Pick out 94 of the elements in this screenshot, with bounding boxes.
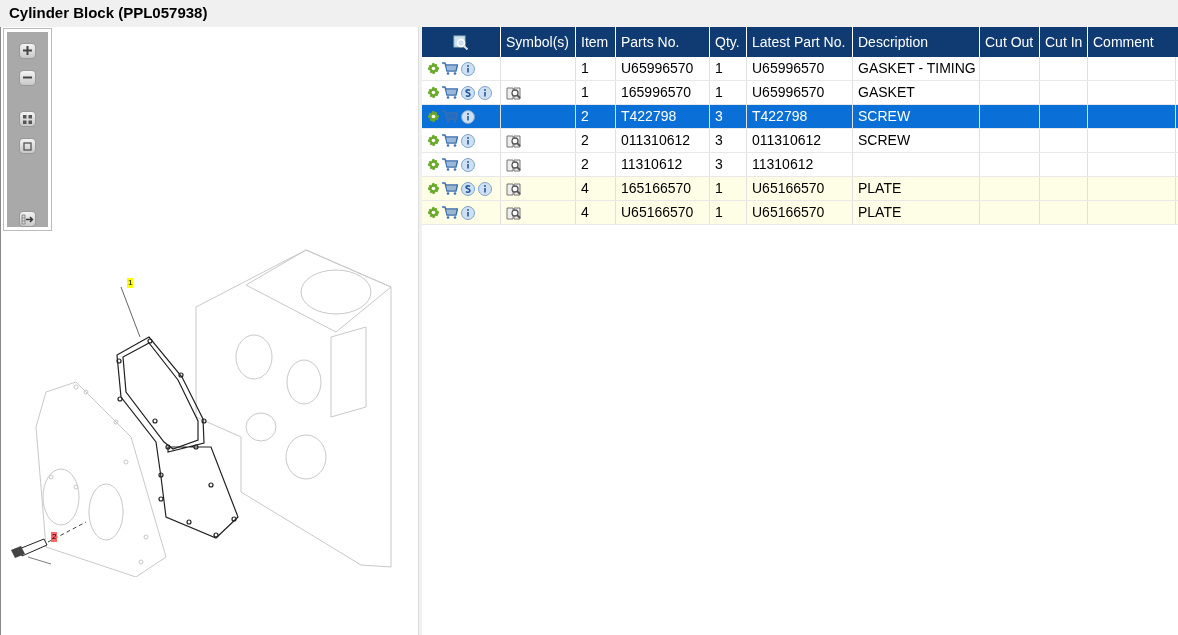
cart-icon[interactable] — [442, 86, 458, 99]
table-cell-text: SCREW — [858, 131, 911, 150]
book-search-icon[interactable] — [506, 205, 522, 220]
table-cell-text: 165166570 — [621, 179, 692, 198]
center-line — [47, 521, 87, 543]
column-header[interactable]: Latest Part No. — [752, 31, 846, 53]
table-cell-text: U65166570 — [621, 203, 694, 222]
table-cell-text: 2 — [581, 155, 589, 174]
table-cell-text: 2 — [581, 131, 589, 150]
table-cell-text: U65166570 — [752, 179, 825, 198]
plus-icon — [22, 45, 33, 57]
book-search-icon[interactable] — [506, 181, 522, 196]
table-cell-text: SCREW — [858, 107, 911, 126]
book-search-icon[interactable] — [506, 85, 522, 100]
info-icon[interactable] — [478, 85, 492, 100]
table-row[interactable]: 4 U65166570 1 U65166570 PLATE — [422, 201, 1178, 225]
zoom-in-button[interactable] — [19, 43, 36, 59]
column-header[interactable]: Comment — [1093, 31, 1154, 53]
cart-icon[interactable] — [442, 182, 458, 195]
gear-icon[interactable] — [428, 135, 439, 146]
column-header[interactable]: Description — [858, 31, 929, 53]
table-row[interactable]: 2 11310612 3 11310612 — [422, 153, 1178, 177]
cart-icon[interactable] — [442, 134, 458, 147]
column-header[interactable]: Cut Out — [985, 31, 1034, 53]
leader-line — [120, 286, 141, 338]
gear-icon[interactable] — [428, 87, 439, 98]
s-badge-icon[interactable] — [461, 181, 475, 196]
table-cell-text: 1 — [715, 179, 723, 198]
table-cell-text: 2 — [581, 107, 589, 126]
table-row[interactable]: 1 165996570 1 U65996570 GASKET — [422, 81, 1178, 105]
table-cell-text: 1 — [715, 203, 723, 222]
actual-size-button[interactable] — [19, 138, 36, 155]
cart-icon[interactable] — [442, 158, 458, 171]
table-cell-text: PLATE — [858, 203, 902, 222]
table-cell-text: PLATE — [858, 179, 902, 198]
square-icon — [22, 140, 33, 152]
column-header[interactable]: Parts No. — [621, 31, 680, 53]
table-cell-text: 4 — [581, 179, 589, 198]
table-cell-text: U65996570 — [621, 59, 694, 78]
book-search-icon[interactable] — [506, 157, 522, 172]
column-header[interactable]: Qty. — [715, 31, 740, 53]
gear-icon[interactable] — [428, 63, 439, 74]
grid-icon — [22, 113, 33, 125]
table-row[interactable]: 2 T422798 3 T422798 SCREW — [422, 105, 1178, 129]
gear-icon[interactable] — [428, 159, 439, 170]
table-cell-text: GASKET — [858, 83, 915, 102]
table-row[interactable]: 2 011310612 3 011310612 SCREW — [422, 129, 1178, 153]
table-cell-text: 3 — [715, 107, 723, 126]
gear-icon[interactable] — [428, 111, 439, 122]
table-cell-text: 11310612 — [752, 155, 814, 174]
info-icon[interactable] — [461, 205, 475, 220]
callout-label[interactable]: 1 — [127, 278, 134, 288]
table-cell-text: T422798 — [621, 107, 677, 126]
table-cell-text: 011310612 — [752, 131, 822, 150]
info-icon[interactable] — [461, 61, 475, 76]
table-cell-text: GASKET - TIMING — [858, 59, 976, 78]
column-header[interactable]: Item — [581, 31, 609, 53]
callout-label[interactable]: 2 — [51, 532, 58, 542]
book-search-icon[interactable] — [506, 133, 522, 148]
info-icon[interactable] — [461, 109, 475, 124]
list-arrow-icon — [21, 213, 34, 225]
table-cell-text: 3 — [715, 131, 723, 150]
cart-icon[interactable] — [442, 206, 458, 219]
table-cell-text: 011310612 — [621, 131, 691, 150]
gear-icon[interactable] — [428, 183, 439, 194]
s-badge-icon[interactable] — [461, 85, 475, 100]
search-document-icon[interactable] — [453, 34, 469, 50]
table-cell-text: 11310612 — [621, 155, 683, 174]
leader-line — [27, 556, 52, 565]
fit-all-button[interactable] — [19, 111, 36, 128]
zoom-out-button[interactable] — [19, 69, 36, 86]
info-icon[interactable] — [461, 157, 475, 172]
info-icon[interactable] — [478, 181, 492, 196]
table-cell-text: 165996570 — [621, 83, 692, 102]
table-cell-text: 1 — [715, 83, 723, 102]
info-icon[interactable] — [461, 133, 475, 148]
table-cell-text: 3 — [715, 155, 723, 174]
column-header[interactable]: Symbol(s) — [506, 31, 569, 53]
gear-icon[interactable] — [428, 207, 439, 218]
table-cell-text: 4 — [581, 203, 589, 222]
table-cell-text: T422798 — [752, 107, 808, 126]
table-cell-text: U65996570 — [752, 59, 825, 78]
table-row[interactable]: 4 165166570 1 U65166570 PLATE — [422, 177, 1178, 201]
export-button[interactable] — [19, 211, 36, 227]
column-header[interactable]: Cut In — [1045, 31, 1083, 53]
table-cell-text: U65166570 — [752, 203, 825, 222]
cart-icon[interactable] — [442, 62, 458, 75]
window-title: Cylinder Block (PPL057938) — [9, 3, 208, 24]
table-row[interactable]: 1 U65996570 1 U65996570 GASKET - TIMING — [422, 57, 1178, 81]
table-cell-text: 1 — [581, 83, 589, 102]
table-cell-text: U65996570 — [752, 83, 825, 102]
table-cell-text: 1 — [715, 59, 723, 78]
bolt-icon — [11, 538, 48, 558]
table-cell-text: 1 — [581, 59, 589, 78]
